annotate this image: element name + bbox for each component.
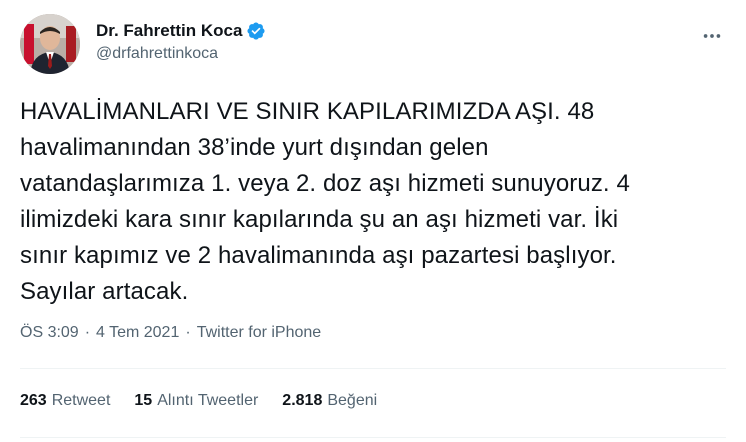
quotes-label: Alıntı Tweetler <box>157 392 259 409</box>
tweet-date[interactable]: 4 Tem 2021 <box>96 324 179 342</box>
avatar[interactable] <box>20 14 80 74</box>
tweet-stats: 263 Retweet 15 Alıntı Tweetler 2.818 Beğ… <box>20 392 401 410</box>
tweet-text: HAVALİMANLARI VE SINIR KAPILARIMIZDA AŞI… <box>20 98 630 305</box>
retweets-stat[interactable]: 263 Retweet <box>20 392 110 410</box>
likes-stat[interactable]: 2.818 Beğeni <box>282 392 377 410</box>
divider <box>20 368 726 369</box>
handle[interactable]: @drfahrettinkoca <box>96 45 266 63</box>
tweet-source[interactable]: Twitter for iPhone <box>197 324 322 342</box>
tweet-meta: ÖS 3:09 · 4 Tem 2021 · Twitter for iPhon… <box>20 324 321 342</box>
retweets-count: 263 <box>20 392 47 409</box>
divider <box>20 437 726 438</box>
display-name-row: Dr. Fahrettin Koca <box>96 20 266 42</box>
display-name[interactable]: Dr. Fahrettin Koca <box>96 21 242 41</box>
tweet-time[interactable]: ÖS 3:09 <box>20 324 79 342</box>
likes-label: Beğeni <box>327 392 378 409</box>
likes-count: 2.818 <box>282 392 323 409</box>
quotes-count: 15 <box>134 392 153 409</box>
avatar-image <box>20 14 80 74</box>
author-info: Dr. Fahrettin Koca @drfahrettinkoca <box>96 20 266 63</box>
verified-badge-icon <box>246 21 266 41</box>
meta-separator: · <box>84 324 91 341</box>
meta-separator: · <box>185 324 191 341</box>
quotes-stat[interactable]: 15 Alıntı Tweetler <box>134 392 258 410</box>
more-horizontal-icon <box>703 34 721 38</box>
tweet-header: Dr. Fahrettin Koca @drfahrettinkoca <box>20 14 726 76</box>
retweets-label: Retweet <box>51 392 111 409</box>
more-options-button[interactable] <box>698 22 726 50</box>
